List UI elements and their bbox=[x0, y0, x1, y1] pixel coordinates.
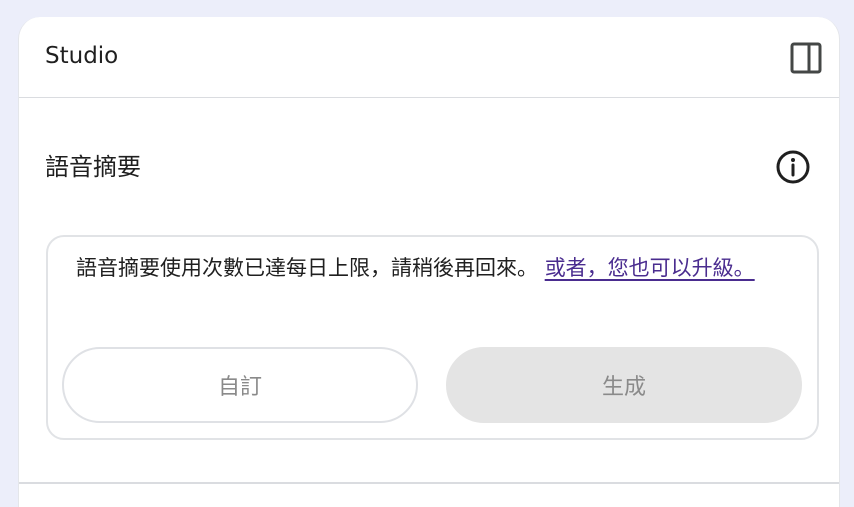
studio-panel: Studio 語音摘要 語音摘要使用次數已達每日上限，請稍後再回來。 或者，您也… bbox=[18, 17, 840, 507]
toggle-panel-button[interactable] bbox=[789, 41, 823, 75]
limit-message-text: 語音摘要使用次數已達每日上限，請稍後再回來。 bbox=[76, 256, 538, 280]
customize-button[interactable]: 自訂 bbox=[62, 347, 418, 423]
studio-header: Studio bbox=[19, 17, 839, 98]
sidebar-panel-icon bbox=[790, 42, 822, 74]
info-icon bbox=[776, 150, 810, 184]
upgrade-link[interactable]: 或者，您也可以升級。 bbox=[545, 256, 755, 280]
info-button[interactable] bbox=[775, 149, 811, 185]
generate-button[interactable]: 生成 bbox=[446, 347, 802, 423]
audio-overview-title: 語音摘要 bbox=[45, 153, 141, 181]
audio-overview-card: 語音摘要使用次數已達每日上限，請稍後再回來。 或者，您也可以升級。 自訂 生成 bbox=[46, 235, 819, 440]
studio-title: Studio bbox=[45, 43, 119, 69]
bottom-divider bbox=[19, 482, 839, 484]
limit-message: 語音摘要使用次數已達每日上限，請稍後再回來。 或者，您也可以升級。 bbox=[76, 253, 796, 283]
